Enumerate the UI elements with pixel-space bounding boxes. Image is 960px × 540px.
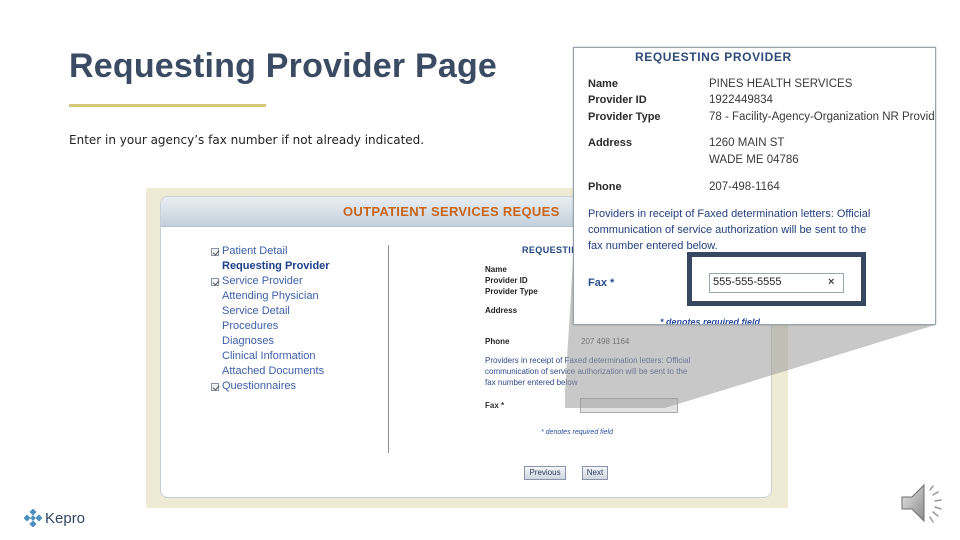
nav-item[interactable]: Attending Physician xyxy=(211,290,330,305)
nav-item-label: Clinical Information xyxy=(222,350,316,362)
zoom-provider-id-value: 1922449834 xyxy=(709,94,773,106)
provider-id-label: Provider ID xyxy=(485,276,528,285)
nav-item-label: Service Provider xyxy=(222,275,303,287)
fax-note-line-2: communication of service authorization w… xyxy=(485,367,688,376)
zoom-phone-value: 207-498-1164 xyxy=(709,181,780,193)
speaker-icon[interactable] xyxy=(900,481,948,525)
fax-note-line-3: fax number entered below xyxy=(485,378,578,387)
slide-title: Requesting Provider Page xyxy=(69,47,498,85)
zoom-provider-type-value: 78 - Facility-Agency-Organization NR Pro… xyxy=(709,111,936,123)
nav-item-label: Attached Documents xyxy=(222,365,325,377)
nav-divider xyxy=(388,245,389,453)
nav-item[interactable]: Procedures xyxy=(211,320,330,335)
nav-item-label: Attending Physician xyxy=(222,290,319,302)
zoom-name-label: Name xyxy=(588,78,618,90)
nav-item-label: Patient Detail xyxy=(222,245,288,257)
required-note: * denotes required field xyxy=(541,429,613,436)
zoom-address-line-2: WADE ME 04786 xyxy=(709,154,799,166)
zoom-panel: REQUESTING PROVIDER Name PINES HEALTH SE… xyxy=(573,47,936,325)
phone-label: Phone xyxy=(485,337,510,346)
zoom-title: REQUESTING PROVIDER xyxy=(635,50,792,64)
fax-highlight-box xyxy=(687,252,866,306)
nav-item[interactable]: Attached Documents xyxy=(211,365,330,380)
address-label: Address xyxy=(485,306,518,315)
zoom-provider-id-label: Provider ID xyxy=(588,94,647,106)
fax-label: Fax * xyxy=(485,401,505,410)
nav-item-label: Diagnoses xyxy=(222,335,274,347)
next-button[interactable]: Next xyxy=(582,466,608,480)
nav-item-label: Service Detail xyxy=(222,305,290,317)
nav-item-label: Procedures xyxy=(222,320,279,332)
fax-input[interactable] xyxy=(580,398,678,413)
provider-type-label: Provider Type xyxy=(485,287,538,296)
zoom-provider-type-label: Provider Type xyxy=(588,111,661,123)
zoom-fax-note: Providers in receipt of Faxed determinat… xyxy=(588,208,871,252)
name-label: Name xyxy=(485,265,507,274)
kepro-logo-icon xyxy=(24,509,42,527)
nav-item[interactable]: Patient Detail xyxy=(211,245,330,260)
zoom-fax-label: Fax * xyxy=(588,277,615,289)
kepro-logo: Kepro xyxy=(24,509,85,527)
nav-item-label: Questionnaires xyxy=(222,380,296,392)
checkbox-icon xyxy=(211,383,219,391)
wizard-nav: Patient Detail Requesting Provider Service… xyxy=(211,245,330,395)
instruction-text: Enter in your agency’s fax number if not… xyxy=(69,133,425,147)
title-underline xyxy=(69,104,266,107)
zoom-phone-label: Phone xyxy=(588,181,622,193)
nav-item[interactable]: Clinical Information xyxy=(211,350,330,365)
zoom-address-line-1: 1260 MAIN ST xyxy=(709,137,785,149)
fax-note-line-1: Providers in receipt of Faxed determinat… xyxy=(485,356,691,365)
nav-item-label: Requesting Provider xyxy=(222,260,330,272)
nav-item[interactable]: Diagnoses xyxy=(211,335,330,350)
zoom-required-note: * denotes required field xyxy=(660,317,761,325)
checkbox-icon xyxy=(211,278,219,286)
app-header-title: OUTPATIENT SERVICES REQUES xyxy=(343,204,560,219)
nav-item[interactable]: Service Provider xyxy=(211,275,330,290)
logo-text: Kepro xyxy=(45,509,86,527)
zoom-address-label: Address xyxy=(588,137,633,149)
phone-value: 207 498 1164 xyxy=(581,337,630,346)
checkbox-icon xyxy=(211,248,219,256)
nav-item[interactable]: Questionnaires xyxy=(211,380,330,395)
nav-item[interactable]: Requesting Provider xyxy=(211,260,330,275)
nav-item[interactable]: Service Detail xyxy=(211,305,330,320)
zoom-name-value: PINES HEALTH SERVICES xyxy=(709,78,853,90)
previous-button[interactable]: Previous xyxy=(524,466,566,480)
